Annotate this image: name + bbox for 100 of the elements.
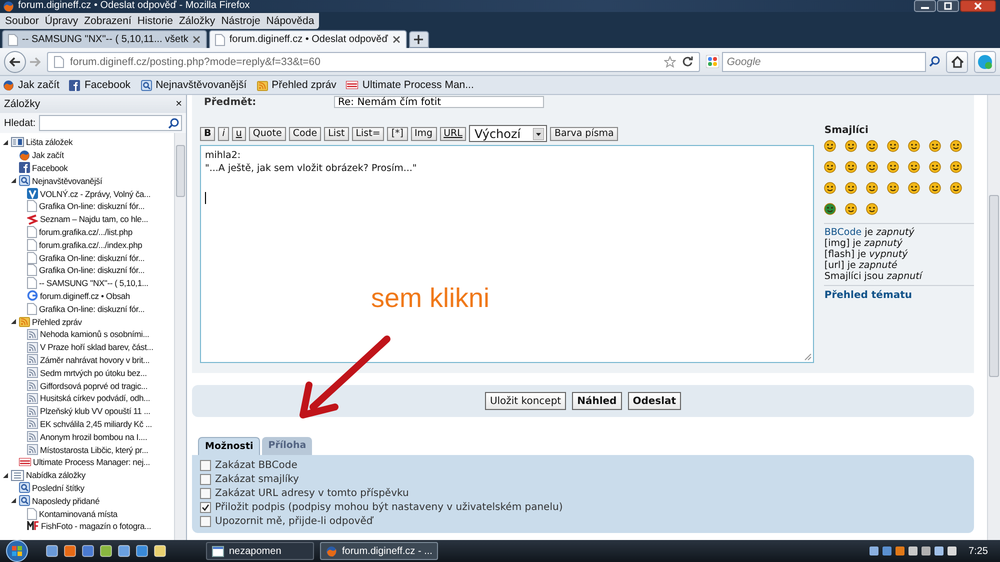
- submit-button[interactable]: Odeslat: [628, 392, 682, 410]
- format-button[interactable]: u: [232, 126, 246, 140]
- taskbar-button[interactable]: forum.digineff.cz - ...: [320, 542, 438, 560]
- checkbox[interactable]: [200, 460, 211, 470]
- tray-icon: [894, 546, 905, 556]
- bookmark-item[interactable]: Husitská církev podvádí, odh...: [27, 392, 150, 404]
- format-button[interactable]: Code: [288, 126, 322, 140]
- format-button[interactable]: Quote: [248, 126, 286, 140]
- bookmark-item[interactable]: Grafika On-line: diskuzní fór...: [27, 200, 145, 212]
- bookmark-item[interactable]: Anonym hrozil bombou na I....: [27, 430, 148, 443]
- option-label: Přiložit podpis (podpisy mohou být nastaveny v uživatelském panelu): [215, 502, 563, 512]
- bookmark-item[interactable]: forum.digineff.cz • Obsah: [27, 290, 130, 302]
- checkbox[interactable]: [200, 488, 211, 498]
- format-button[interactable]: URL: [440, 126, 466, 140]
- menu-item[interactable]: Úpravy: [42, 14, 82, 28]
- submit-button[interactable]: Náhled: [572, 392, 622, 410]
- bookmark-item[interactable]: Naposledy přidané: [19, 494, 100, 507]
- page-icon: [54, 56, 64, 68]
- format-button[interactable]: B: [200, 126, 216, 140]
- options-tab[interactable]: Příloha: [262, 437, 312, 455]
- format-button[interactable]: i: [218, 126, 229, 140]
- bookmark-item[interactable]: Místostarosta Libčic, který pr...: [27, 444, 148, 456]
- bookmark-item[interactable]: EK schválila 2,45 miliardy Kč ...: [27, 418, 152, 430]
- close-icon: [192, 35, 202, 44]
- menu-item[interactable]: Záložky: [176, 14, 218, 28]
- browser-tab[interactable]: forum.digineff.cz • Odeslat odpověď: [209, 30, 407, 48]
- bookmark-item[interactable]: Grafika On-line: diskuzní fór...: [27, 264, 145, 276]
- smiley-icon: [845, 203, 858, 215]
- search-field[interactable]: [38, 115, 182, 131]
- bookmark-item[interactable]: Poslední štítky: [19, 482, 84, 494]
- feed-icon: [27, 328, 38, 340]
- bookmark-item[interactable]: Záměr nahrávat hovory v brit...: [27, 354, 150, 366]
- bookmark-item[interactable]: Plzeňský klub VV opouští 11 ...: [27, 405, 150, 418]
- menu-item[interactable]: Nástroje: [218, 14, 264, 28]
- bookmark-link[interactable]: Ultimate Process Man...: [346, 79, 474, 91]
- submit-button[interactable]: Uložit koncept: [484, 392, 566, 410]
- back-button[interactable]: [4, 50, 26, 72]
- home-icon: [950, 56, 964, 68]
- app-icon: [154, 545, 166, 557]
- scrollbar[interactable]: [174, 133, 186, 540]
- bookmark-item[interactable]: Facebook: [19, 162, 68, 174]
- option-label: Upozornit mě, přijde-li odpověď: [215, 516, 373, 526]
- close-button[interactable]: ×: [176, 98, 182, 110]
- bookmark-item[interactable]: VOLNÝ.cz - Zprávy, Volný ča...: [27, 188, 151, 200]
- bookmark-item[interactable]: forum.grafika.cz/.../index.php: [27, 238, 142, 251]
- bookmark-item[interactable]: Přehled zpráv: [19, 316, 82, 328]
- bookmark-item[interactable]: Nabídka záložky: [11, 469, 86, 482]
- bookmark-item[interactable]: FishFoto - magazín o fotogra...: [27, 520, 152, 532]
- addon-button[interactable]: [974, 50, 996, 72]
- bookmark-item[interactable]: Giffordsová poprvé od tragic...: [27, 380, 148, 392]
- bookmark-item[interactable]: Grafika On-line: diskuzní fór...: [27, 302, 145, 315]
- format-button[interactable]: [*]: [387, 126, 408, 140]
- bookmark-item[interactable]: Nejnavštěvovanější: [19, 174, 102, 187]
- bookmark-item[interactable]: Lišta záložek: [11, 136, 73, 148]
- bookmark-item[interactable]: Kontaminovaná místa: [27, 508, 118, 520]
- menu-item[interactable]: Zobrazení: [81, 14, 134, 28]
- bookmark-item[interactable]: V Praze hoří sklad barev, část...: [27, 341, 154, 354]
- checkbox[interactable]: [200, 516, 211, 526]
- bookmark-item[interactable]: Grafika On-line: diskuzní fór...: [27, 252, 145, 264]
- smiley-icon: [824, 203, 836, 215]
- message-text: mihla2:: [205, 149, 242, 162]
- bookmark-link[interactable]: Facebook: [69, 79, 131, 91]
- bookmark-item[interactable]: forum.grafika.cz/.../list.php: [27, 226, 132, 238]
- checkbox[interactable]: [200, 502, 211, 512]
- format-button[interactable]: List=: [352, 126, 384, 140]
- font-size-dropdown[interactable]: Výchozí: [469, 125, 548, 142]
- taskbar-button[interactable]: nezapomen: [206, 542, 314, 560]
- bbcode-link[interactable]: BBCode: [824, 227, 862, 238]
- bookmark-item[interactable]: Jak začít: [19, 149, 64, 162]
- bookmark-link[interactable]: Nejnavštěvovanější: [140, 79, 247, 91]
- scrollbar[interactable]: [987, 95, 1000, 540]
- search-field[interactable]: Google: [722, 52, 926, 72]
- page-icon: [27, 200, 37, 212]
- status-text: [url] je zapnuté: [824, 260, 898, 271]
- format-button[interactable]: Img: [410, 126, 437, 140]
- format-button[interactable]: List: [324, 126, 349, 140]
- bookmark-item[interactable]: Sedm mrtvých po útoku bez...: [27, 366, 147, 379]
- address-field[interactable]: forum.digineff.cz/posting.php?mode=reply&f=33&t=60: [46, 52, 700, 72]
- bookmark-link[interactable]: Přehled zpráv: [256, 79, 336, 91]
- bookmark-item[interactable]: Nehoda kamionů s osobními...: [27, 328, 150, 340]
- bookmark-link[interactable]: Jak začít: [3, 79, 60, 91]
- menu-item[interactable]: Nápověda: [263, 14, 318, 28]
- page-icon: [27, 302, 37, 315]
- menu-item[interactable]: Soubor: [2, 14, 42, 28]
- tray-icon: [934, 546, 944, 556]
- topic-review-link[interactable]: Přehled tématu: [824, 290, 974, 301]
- g-logo-icon: [27, 290, 38, 302]
- page-icon: [27, 264, 37, 276]
- clock: 7:25: [968, 546, 988, 556]
- options-tab[interactable]: Možnosti: [198, 437, 260, 455]
- bookmark-item[interactable]: Ultimate Process Manager: nej...: [19, 456, 150, 468]
- bookmark-item[interactable]: -- SAMSUNG "NX"-- ( 5,10,1...: [27, 277, 148, 290]
- font-color-button[interactable]: Barva písma: [550, 126, 618, 140]
- browser-tab[interactable]: -- SAMSUNG "NX"-- ( 5,10,11... všetk: [2, 30, 208, 48]
- message-text: "...A ještě, jak sem vložit obrázek? Prosím...": [205, 162, 418, 175]
- menu-item[interactable]: Historie: [134, 14, 176, 28]
- new-tab-button[interactable]: [408, 31, 429, 48]
- bookmark-item[interactable]: Seznam – Najdu tam, co hle...: [27, 213, 148, 226]
- checkbox[interactable]: [200, 474, 211, 484]
- home-button[interactable]: [946, 50, 968, 72]
